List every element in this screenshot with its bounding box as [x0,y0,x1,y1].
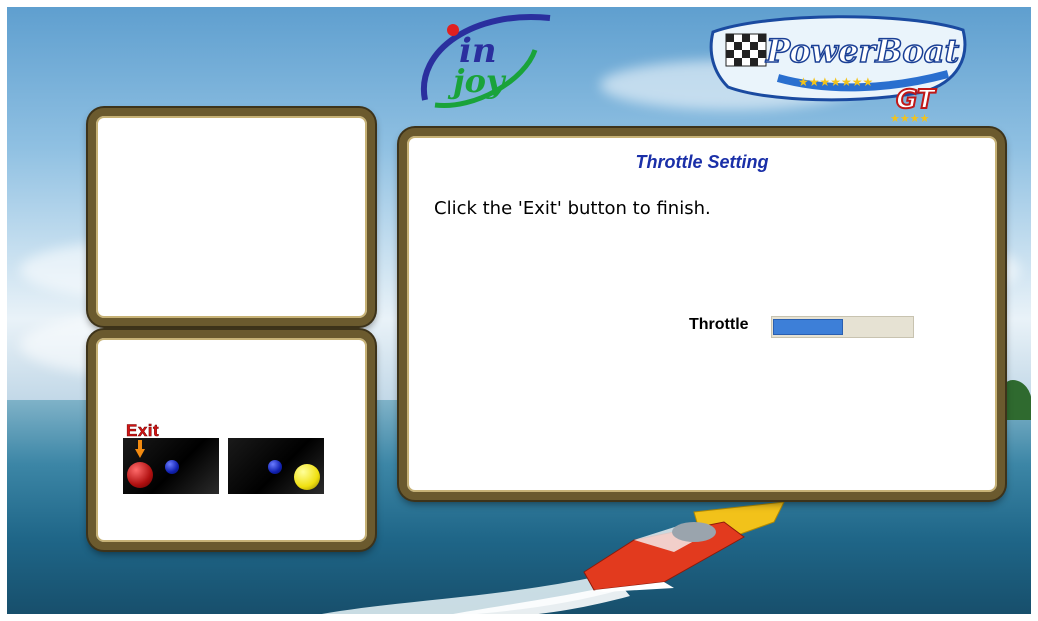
stars-decoration: ★★★★ [890,113,930,124]
preview-panel [88,108,375,326]
throttle-bar [771,316,914,338]
throttle-label: Throttle [689,316,749,333]
injoy-logo: in joy [420,14,551,109]
instruction-text: Click the 'Exit' button to finish. [434,198,711,219]
speedboat [583,502,785,592]
game-screen: in joy PowerBoat ★★★★★★★ GT ★★★★ Exit Th… [0,0,1038,621]
panel-title: Throttle Setting [635,152,769,172]
yellow-button[interactable] [294,464,320,490]
throttle-setting-panel: Throttle Setting Click the 'Exit' button… [399,128,1005,500]
throttle-bar-fill [773,319,843,335]
control-buttons-right [228,438,324,494]
controls-panel: Exit [88,330,375,550]
powerboat-gt-logo: PowerBoat ★★★★★★★ GT ★★★★ [709,15,967,124]
exit-button[interactable] [127,462,153,488]
arrow-down-icon [135,440,145,458]
blue-button[interactable] [268,460,282,474]
powerboat-logo-gt: GT [896,85,937,115]
powerboat-logo-text: PowerBoat [765,32,959,70]
stars-decoration: ★★★★★★★ [798,75,873,89]
control-buttons-left [123,438,219,494]
checkered-flag-icon [725,33,767,67]
blue-button[interactable] [165,460,179,474]
injoy-logo-text-bottom: joy [447,62,507,100]
